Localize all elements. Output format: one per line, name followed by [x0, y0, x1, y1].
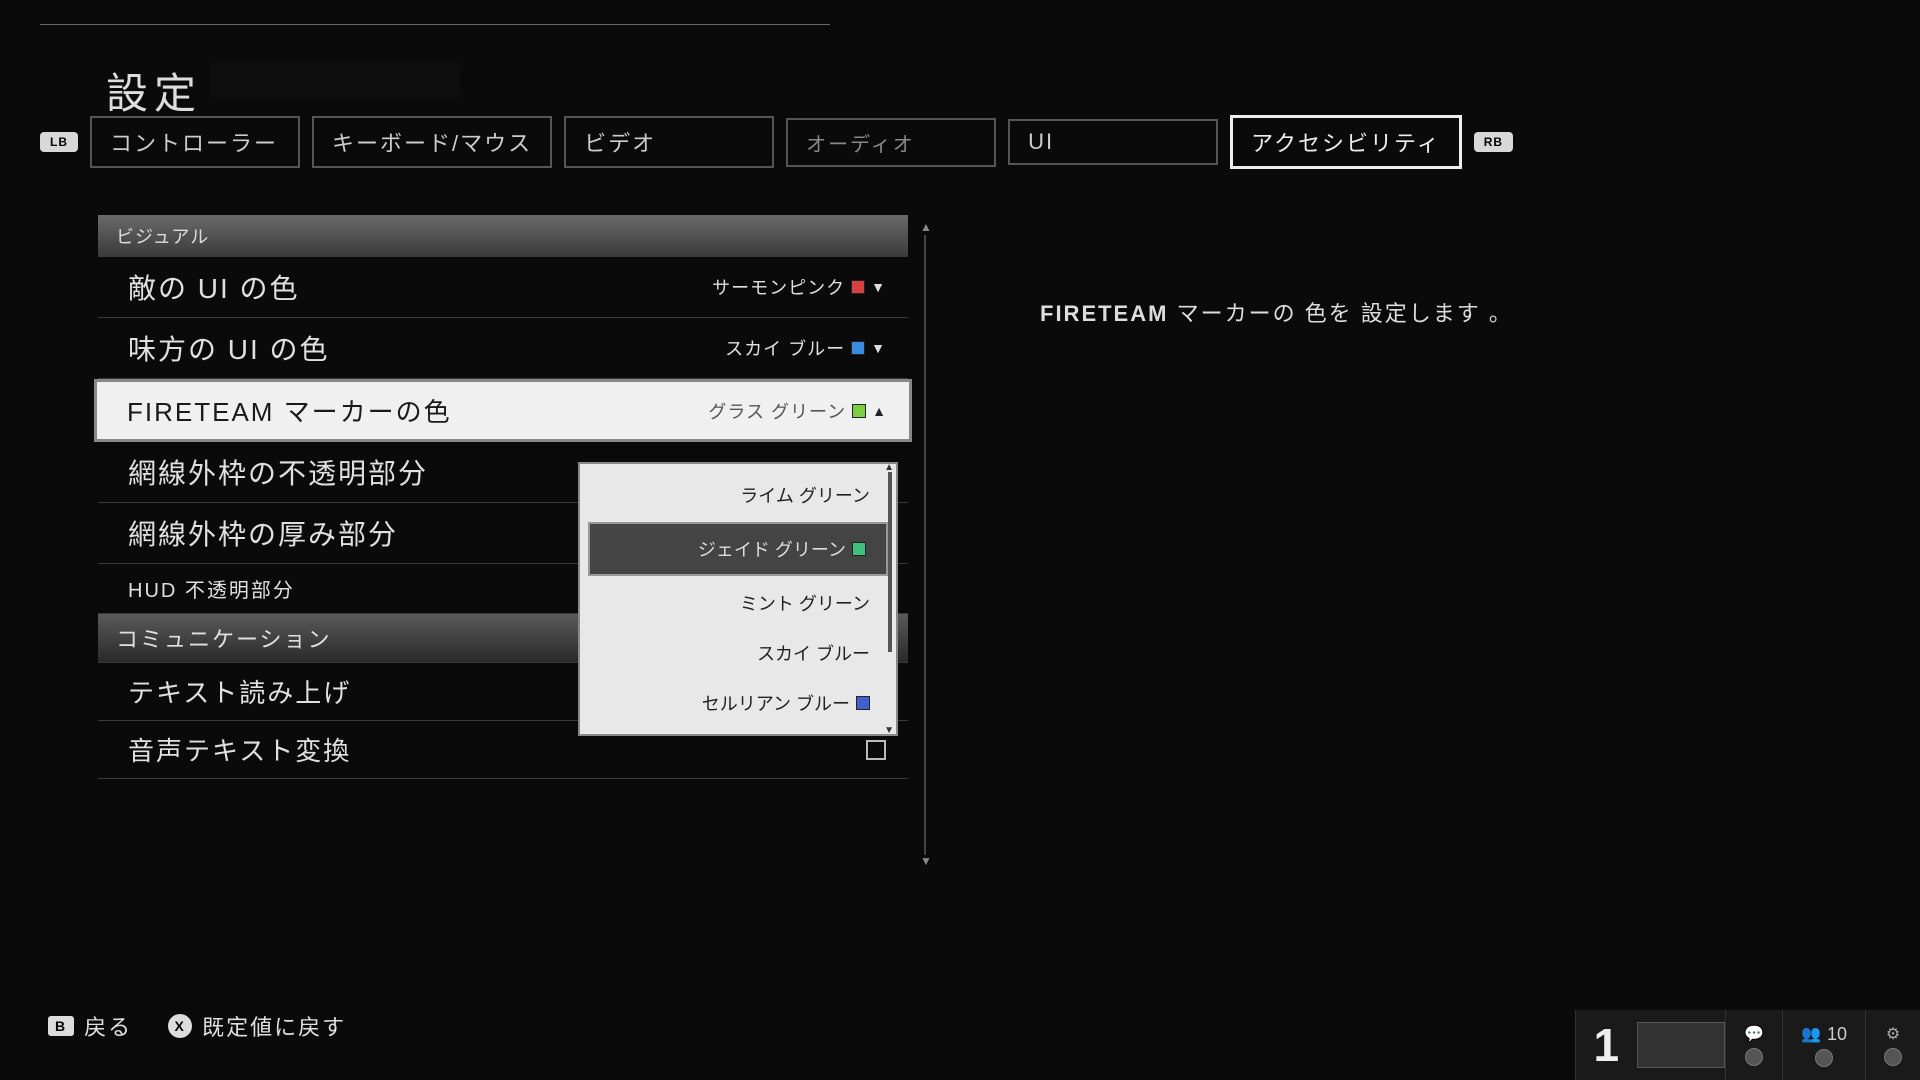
row-value: サーモンピンク ▼ — [712, 274, 886, 300]
chevron-up-icon: ▲ — [872, 403, 887, 419]
tab-video[interactable]: ビデオ — [564, 116, 774, 168]
section-visual: ビジュアル — [98, 215, 908, 257]
chevron-down-icon[interactable]: ▼ — [884, 725, 894, 736]
dropdown-option-lime[interactable]: ライム グリーン — [586, 470, 890, 520]
row-ally-color[interactable]: 味方の UI の色 スカイ ブルー ▼ — [98, 318, 908, 379]
color-swatch-icon — [851, 280, 865, 294]
row-label: 網線外枠の不透明部分 — [128, 452, 428, 492]
tab-controller[interactable]: コントローラー — [90, 116, 300, 168]
lb-bumper[interactable]: LB — [40, 132, 78, 152]
tab-accessibility[interactable]: アクセシビリティ — [1230, 115, 1462, 169]
page-title: 設定 — [106, 60, 202, 121]
row-value: グラス グリーン ▲ — [708, 398, 887, 424]
settings-button[interactable]: ⚙ — [1865, 1010, 1920, 1080]
checkbox[interactable] — [866, 740, 886, 760]
row-value: スカイ ブルー ▼ — [725, 335, 886, 361]
setting-description: FIRETEAM マーカーの 色を 設定します 。 — [1040, 296, 1513, 328]
row-label: 音声テキスト変換 — [128, 731, 351, 768]
row-label: HUD 不透明部分 — [128, 574, 295, 603]
tab-bar: LB コントローラー キーボード/マウス ビデオ オーディオ UI アクセシビリ… — [40, 115, 1513, 169]
rb-bumper[interactable]: RB — [1474, 132, 1513, 152]
footer-hints: B 戻る X 既定値に戻す — [48, 1010, 346, 1042]
tab-keyboard[interactable]: キーボード/マウス — [312, 116, 552, 168]
color-swatch-icon — [852, 542, 866, 556]
row-label: 網線外枠の厚み部分 — [128, 513, 398, 553]
people-icon: 👥 — [1801, 1024, 1821, 1044]
dropdown-option-skyblue[interactable]: スカイ ブルー — [586, 628, 890, 678]
dropdown-option-jade[interactable]: ジェイド グリーン — [588, 522, 888, 576]
color-swatch-icon — [852, 404, 866, 418]
gear-icon: ⚙ — [1886, 1024, 1900, 1044]
dropdown-scrollbar[interactable] — [888, 472, 892, 652]
row-label: 敵の UI の色 — [128, 267, 300, 307]
scroll-up-arrow-icon[interactable]: ▲ — [920, 220, 932, 234]
row-label: 味方の UI の色 — [128, 328, 330, 368]
status-bar: 1 💬 👥 10 ⚙ — [1575, 1010, 1920, 1080]
row-label: テキスト読み上げ — [128, 673, 351, 710]
color-swatch-icon — [856, 696, 870, 710]
x-button-icon: X — [168, 1014, 192, 1038]
color-swatch-icon — [851, 341, 865, 355]
players-button[interactable]: 👥 10 — [1782, 1010, 1865, 1080]
chat-button[interactable]: 💬 — [1725, 1010, 1782, 1080]
scroll-down-arrow-icon[interactable]: ▼ — [920, 854, 932, 868]
back-button[interactable]: B 戻る — [48, 1010, 132, 1042]
tab-audio[interactable]: オーディオ — [786, 118, 996, 167]
chat-icon: 💬 — [1744, 1024, 1764, 1044]
scrollbar[interactable] — [924, 235, 926, 855]
chevron-down-icon: ▼ — [871, 279, 886, 295]
row-enemy-color[interactable]: 敵の UI の色 サーモンピンク ▼ — [98, 257, 908, 318]
status-number: 1 — [1576, 1018, 1638, 1072]
row-fireteam-color[interactable]: FIRETEAM マーカーの色 グラス グリーン ▲ — [94, 379, 912, 442]
reset-button[interactable]: X 既定値に戻す — [168, 1010, 346, 1042]
dropdown-option-cerulean[interactable]: セルリアン ブルー — [586, 678, 890, 728]
b-button-icon: B — [48, 1016, 74, 1036]
row-label: FIRETEAM マーカーの色 — [127, 392, 452, 429]
dropdown-option-mint[interactable]: ミント グリーン — [586, 578, 890, 628]
status-bar-slot — [1637, 1022, 1725, 1068]
color-dropdown: ▲ ライム グリーン ジェイド グリーン ミント グリーン スカイ ブルー セル… — [578, 462, 898, 736]
tab-ui[interactable]: UI — [1008, 119, 1218, 165]
chevron-down-icon: ▼ — [871, 340, 886, 356]
